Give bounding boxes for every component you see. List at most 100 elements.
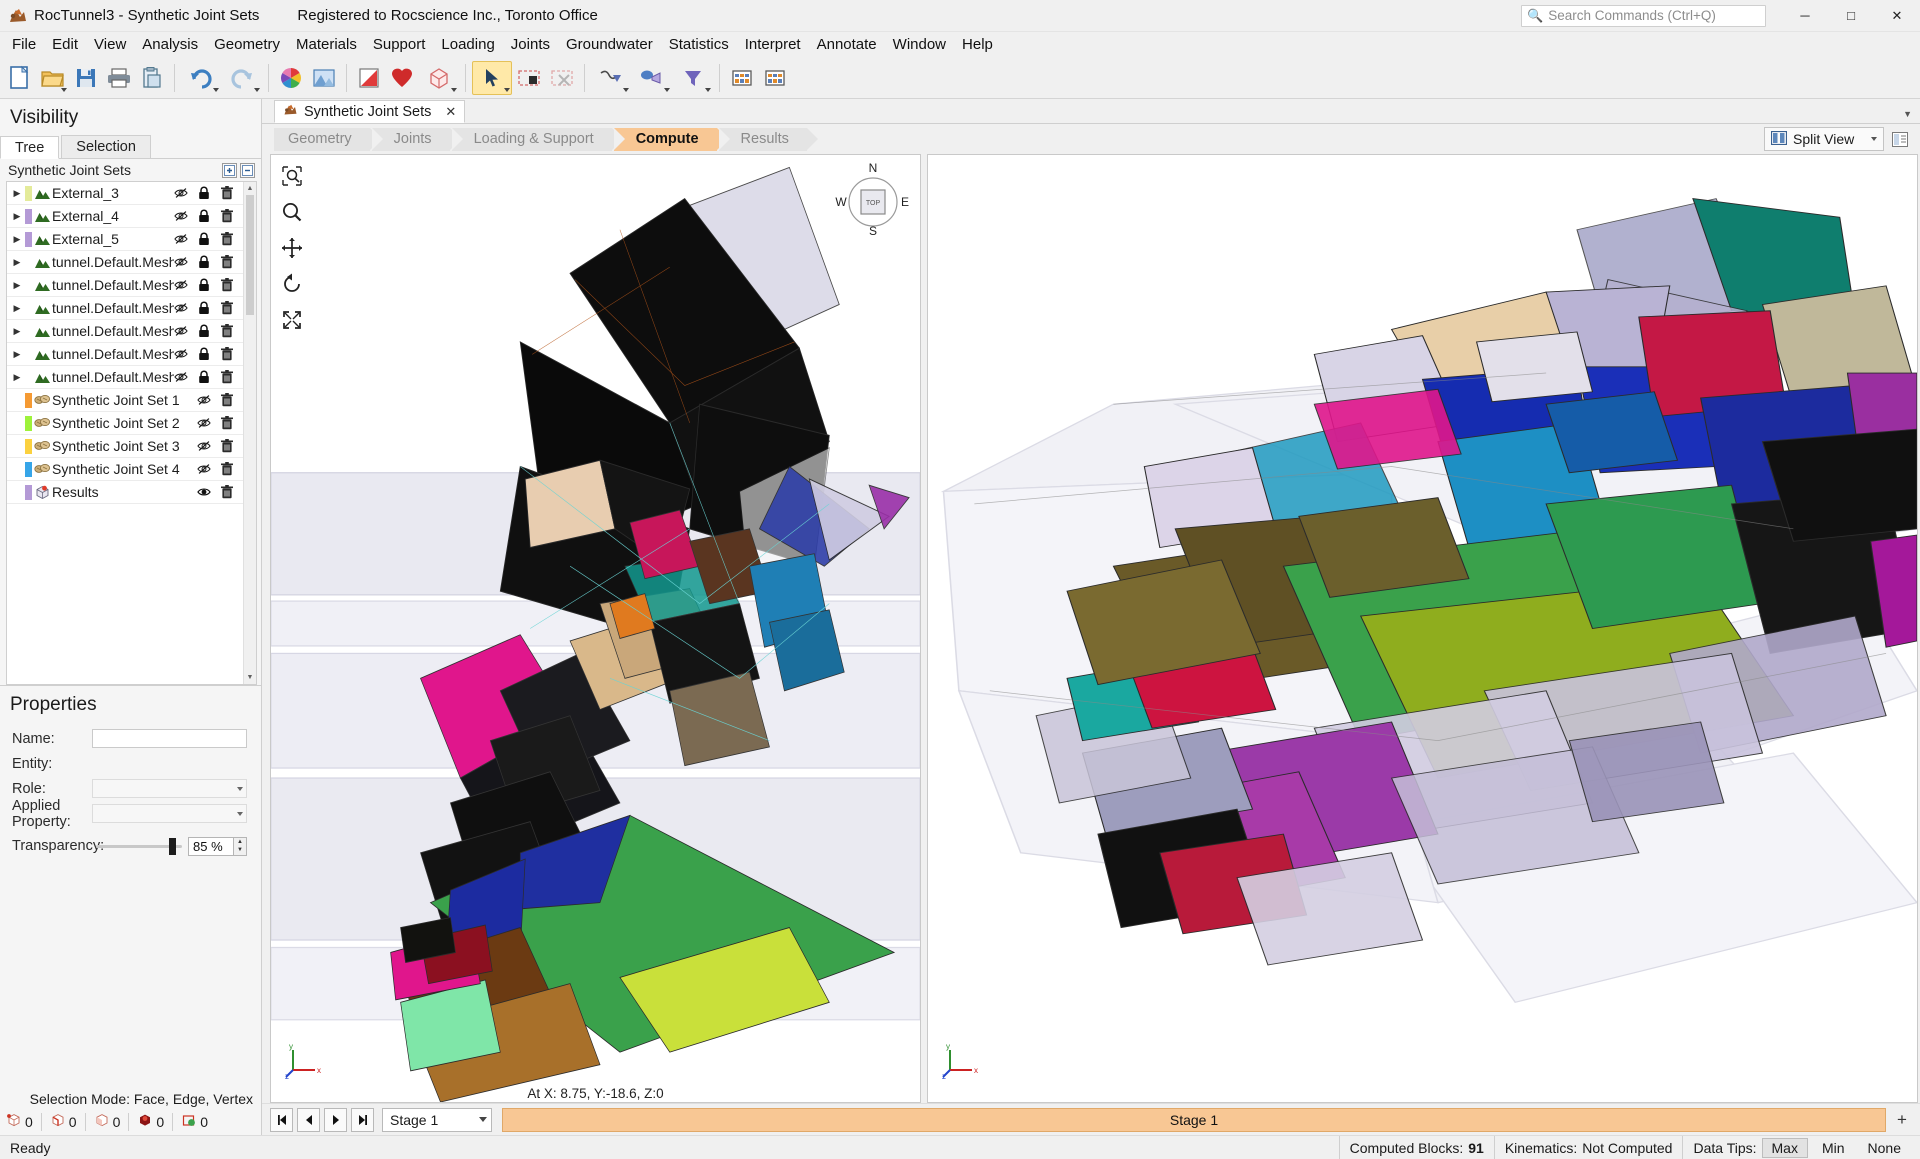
tree-row[interactable]: ▶ tunnel.Default.Mesh_10 <box>7 343 243 366</box>
menu-help[interactable]: Help <box>954 34 1001 55</box>
block-properties-icon[interactable] <box>419 61 459 95</box>
lock-icon[interactable] <box>197 232 211 247</box>
scroll-down-arrow[interactable]: ▼ <box>244 671 256 684</box>
tree-scrollbar[interactable]: ▲ ▼ <box>243 182 256 684</box>
tab-overflow-chevron-icon[interactable]: ▼ <box>1903 109 1912 119</box>
tree-row[interactable]: ▶ tunnel.Default.Mesh_11 <box>7 366 243 389</box>
visibility-toggle-icon[interactable] <box>197 416 211 431</box>
rotate-icon[interactable] <box>279 271 305 297</box>
applied-property-combo[interactable] <box>92 804 247 823</box>
delete-icon[interactable] <box>220 301 234 316</box>
tree-row[interactable]: ▶ External_5 <box>7 228 243 251</box>
workflow-step-results[interactable]: Results <box>718 127 819 151</box>
workflow-step-joints[interactable]: Joints <box>371 127 461 151</box>
visibility-toggle-icon[interactable] <box>174 209 188 224</box>
menu-materials[interactable]: Materials <box>288 34 365 55</box>
tree-row[interactable]: Results <box>7 481 243 504</box>
last-stage-button[interactable] <box>351 1107 374 1132</box>
tree-row[interactable]: ▶ External_3 <box>7 182 243 205</box>
image-view-icon[interactable] <box>308 61 340 95</box>
delete-icon[interactable] <box>220 370 234 385</box>
delete-icon[interactable] <box>220 255 234 270</box>
expand-all-button[interactable] <box>222 162 237 178</box>
stage-select[interactable]: Stage 1 <box>382 1107 492 1132</box>
expand-chevron-icon[interactable]: ▶ <box>9 349 25 360</box>
scrollbar-track[interactable] <box>244 315 256 671</box>
tree-row[interactable]: ▶ tunnel.Default.Mesh_7 <box>7 274 243 297</box>
lock-icon[interactable] <box>197 301 211 316</box>
zoom-all-icon[interactable] <box>279 307 305 333</box>
deselect-window-icon[interactable] <box>546 61 578 95</box>
delete-icon[interactable] <box>220 416 234 431</box>
tree-row[interactable]: Synthetic Joint Set 1 <box>7 389 243 412</box>
visibility-toggle-icon[interactable] <box>174 347 188 362</box>
menu-file[interactable]: File <box>4 34 44 55</box>
workflow-step-loading-support[interactable]: Loading & Support <box>451 127 623 151</box>
slider-knob[interactable] <box>169 837 177 855</box>
stage-timeline-strip[interactable]: Stage 1 <box>502 1107 1886 1132</box>
material-properties-icon[interactable] <box>353 61 385 95</box>
copy-clipboard-icon[interactable] <box>136 61 168 95</box>
expand-chevron-icon[interactable]: ▶ <box>9 188 25 199</box>
lock-icon[interactable] <box>197 209 211 224</box>
zoom-window-icon[interactable] <box>279 163 305 189</box>
data-tips-min-button[interactable]: Min <box>1813 1139 1854 1157</box>
expand-chevron-icon[interactable]: ▶ <box>9 372 25 383</box>
name-field[interactable] <box>92 729 247 748</box>
scroll-up-arrow[interactable]: ▲ <box>244 182 256 195</box>
grid-view-2-icon[interactable] <box>759 61 791 95</box>
lock-icon[interactable] <box>197 278 211 293</box>
lock-icon[interactable] <box>197 186 211 201</box>
expand-chevron-icon[interactable]: ▶ <box>9 303 25 314</box>
measure-tool-icon[interactable] <box>591 61 631 95</box>
visibility-toggle-icon[interactable] <box>174 370 188 385</box>
delete-icon[interactable] <box>220 232 234 247</box>
stepper-down-icon[interactable]: ▼ <box>234 846 246 855</box>
document-tab-synthetic-joint-sets[interactable]: Synthetic Joint Sets ✕ <box>274 100 466 123</box>
redo-icon[interactable] <box>222 61 262 95</box>
menu-analysis[interactable]: Analysis <box>134 34 206 55</box>
visibility-toggle-icon[interactable] <box>197 462 211 477</box>
tab-selection[interactable]: Selection <box>61 135 151 158</box>
minimize-button[interactable]: ─ <box>1782 0 1828 32</box>
menu-annotate[interactable]: Annotate <box>809 34 885 55</box>
first-stage-button[interactable] <box>270 1107 293 1132</box>
tree-row[interactable]: Synthetic Joint Set 3 <box>7 435 243 458</box>
delete-icon[interactable] <box>220 393 234 408</box>
scrollbar-thumb[interactable] <box>246 195 254 315</box>
delete-icon[interactable] <box>220 278 234 293</box>
add-stage-button[interactable]: + <box>1890 1108 1914 1132</box>
undo-icon[interactable] <box>181 61 221 95</box>
expand-chevron-icon[interactable]: ▶ <box>9 211 25 222</box>
delete-icon[interactable] <box>220 324 234 339</box>
open-folder-icon[interactable] <box>37 61 69 95</box>
pan-icon[interactable] <box>279 235 305 261</box>
visibility-toggle-icon[interactable] <box>174 232 188 247</box>
tree-row[interactable]: Synthetic Joint Set 2 <box>7 412 243 435</box>
zoom-icon[interactable] <box>279 199 305 225</box>
menu-edit[interactable]: Edit <box>44 34 86 55</box>
select-window-icon[interactable] <box>513 61 545 95</box>
delete-icon[interactable] <box>220 439 234 454</box>
workflow-step-geometry[interactable]: Geometry <box>274 127 381 151</box>
lock-icon[interactable] <box>197 324 211 339</box>
viewport-right[interactable]: y x z <box>927 154 1918 1103</box>
visibility-toggle-icon[interactable] <box>197 485 211 500</box>
menu-view[interactable]: View <box>86 34 134 55</box>
delete-icon[interactable] <box>220 462 234 477</box>
select-pointer-icon[interactable] <box>472 60 512 95</box>
transparency-value[interactable]: 85 % <box>188 836 234 856</box>
menu-statistics[interactable]: Statistics <box>661 34 737 55</box>
menu-groundwater[interactable]: Groundwater <box>558 34 661 55</box>
delete-icon[interactable] <box>220 347 234 362</box>
grid-view-1-icon[interactable] <box>726 61 758 95</box>
expand-chevron-icon[interactable]: ▶ <box>9 257 25 268</box>
annotate-tool-icon[interactable] <box>632 61 672 95</box>
menu-support[interactable]: Support <box>365 34 434 55</box>
visibility-toggle-icon[interactable] <box>174 255 188 270</box>
next-stage-button[interactable] <box>324 1107 347 1132</box>
tree-row[interactable]: ▶ External_4 <box>7 205 243 228</box>
delete-icon[interactable] <box>220 186 234 201</box>
menu-geometry[interactable]: Geometry <box>206 34 288 55</box>
maximize-button[interactable]: □ <box>1828 0 1874 32</box>
